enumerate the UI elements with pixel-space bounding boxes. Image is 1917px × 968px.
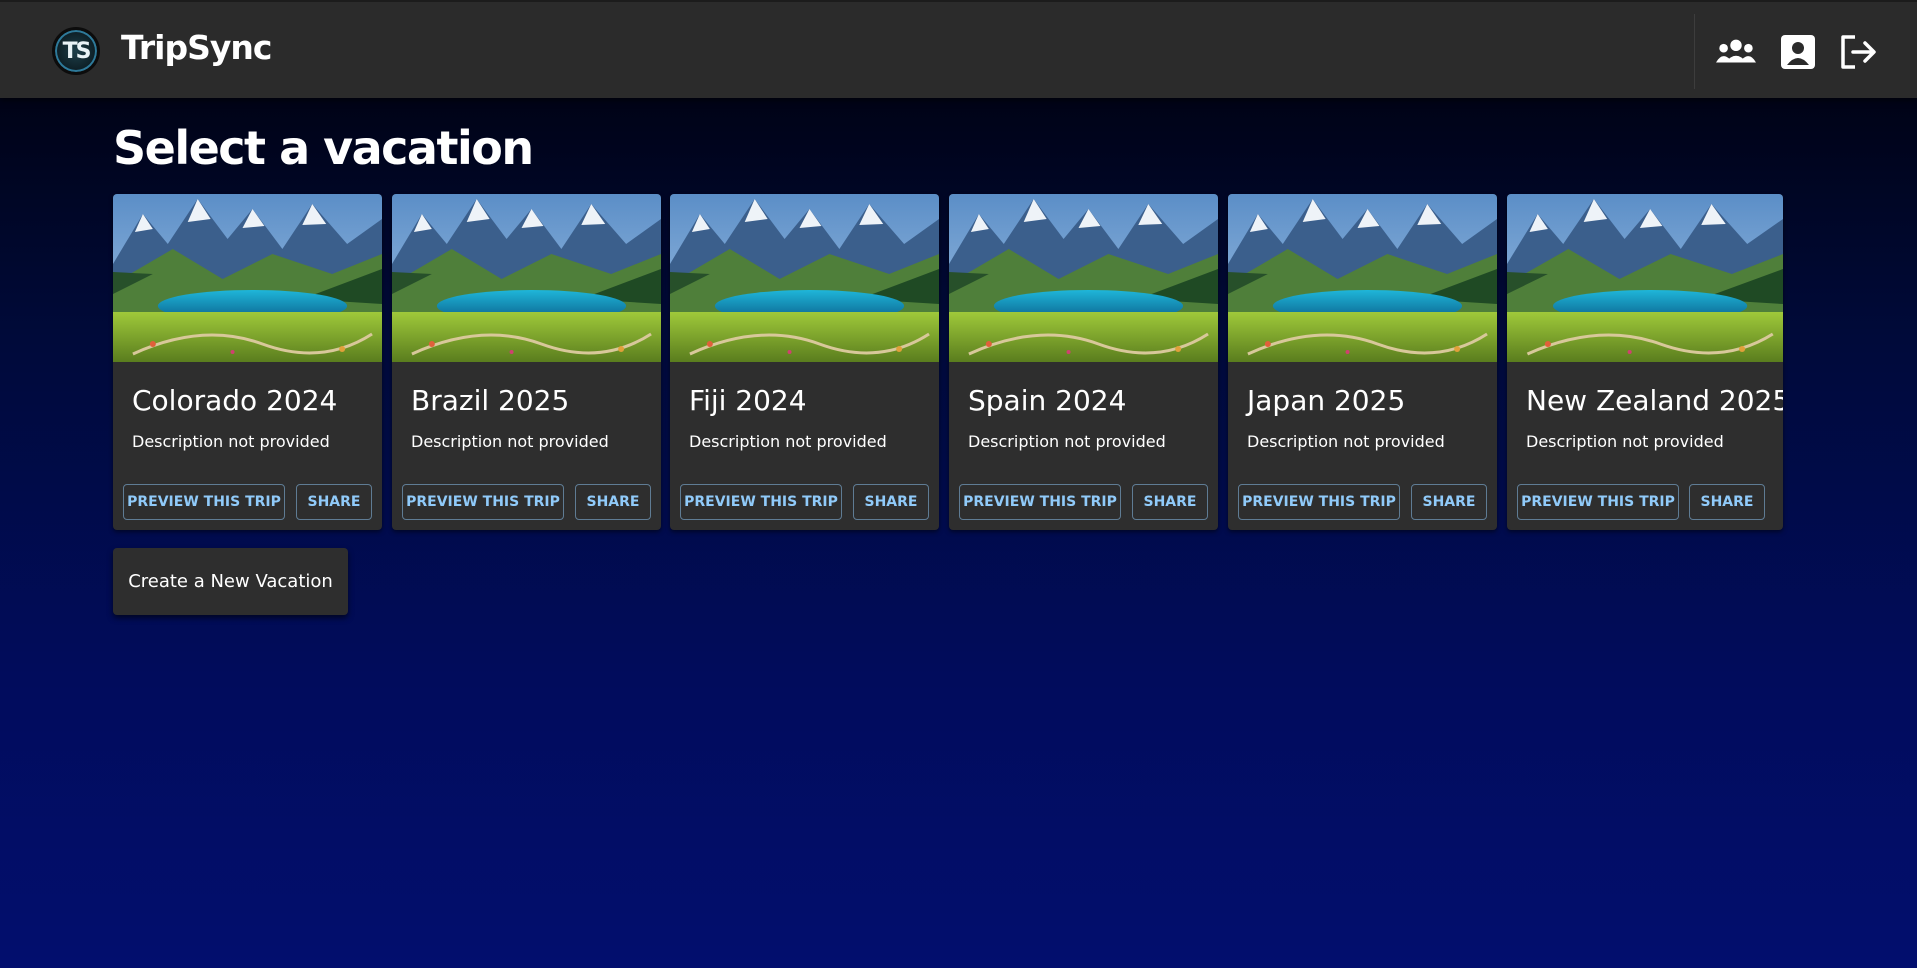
vacation-card[interactable]: Colorado 2024 Description not provided P… [113, 194, 382, 530]
vacation-card-image [949, 194, 1218, 362]
vacation-card-title: New Zealand 2025 [1526, 384, 1783, 417]
preview-trip-button[interactable]: PREVIEW THIS TRIP [1238, 484, 1400, 520]
vacation-card-image [113, 194, 382, 362]
vacation-card-description: Description not provided [411, 432, 609, 451]
vacation-card[interactable]: New Zealand 2025 Description not provide… [1507, 194, 1783, 530]
share-button[interactable]: SHARE [575, 484, 651, 520]
vacation-card-title: Colorado 2024 [132, 384, 338, 417]
preview-trip-button[interactable]: PREVIEW THIS TRIP [959, 484, 1121, 520]
vacation-card-title: Fiji 2024 [689, 384, 807, 417]
create-new-vacation-button[interactable]: Create a New Vacation [113, 548, 348, 615]
tripsync-logo[interactable]: TS [52, 27, 100, 75]
vacation-card[interactable]: Japan 2025 Description not provided PREV… [1228, 194, 1497, 530]
vacation-card-description: Description not provided [968, 432, 1166, 451]
vacation-card-title: Brazil 2025 [411, 384, 570, 417]
vacation-card-description: Description not provided [132, 432, 330, 451]
vacation-card[interactable]: Brazil 2025 Description not provided PRE… [392, 194, 661, 530]
preview-trip-button[interactable]: PREVIEW THIS TRIP [123, 484, 285, 520]
vacation-card[interactable]: Fiji 2024 Description not provided PREVI… [670, 194, 939, 530]
vacation-card-image [392, 194, 661, 362]
vacation-card-title: Japan 2025 [1247, 384, 1406, 417]
logout-icon[interactable] [1838, 32, 1878, 72]
vacation-card-description: Description not provided [1526, 432, 1724, 451]
share-button[interactable]: SHARE [1689, 484, 1765, 520]
toolbar-divider [1694, 14, 1695, 89]
share-button[interactable]: SHARE [1411, 484, 1487, 520]
vacation-card-description: Description not provided [689, 432, 887, 451]
account-box-icon[interactable] [1778, 32, 1818, 72]
vacation-card-image [670, 194, 939, 362]
vacation-card-image [1228, 194, 1497, 362]
share-button[interactable]: SHARE [1132, 484, 1208, 520]
page-heading: Select a vacation [113, 121, 534, 175]
group-icon[interactable] [1716, 32, 1756, 72]
logo-text: TS [62, 38, 92, 64]
vacation-card-description: Description not provided [1247, 432, 1445, 451]
preview-trip-button[interactable]: PREVIEW THIS TRIP [680, 484, 842, 520]
share-button[interactable]: SHARE [853, 484, 929, 520]
vacation-card[interactable]: Spain 2024 Description not provided PREV… [949, 194, 1218, 530]
vacation-card-title: Spain 2024 [968, 384, 1127, 417]
top-app-bar: TS TripSync [0, 0, 1917, 98]
app-title: TripSync [121, 28, 272, 67]
share-button[interactable]: SHARE [296, 484, 372, 520]
preview-trip-button[interactable]: PREVIEW THIS TRIP [1517, 484, 1679, 520]
preview-trip-button[interactable]: PREVIEW THIS TRIP [402, 484, 564, 520]
vacation-card-image [1507, 194, 1783, 362]
